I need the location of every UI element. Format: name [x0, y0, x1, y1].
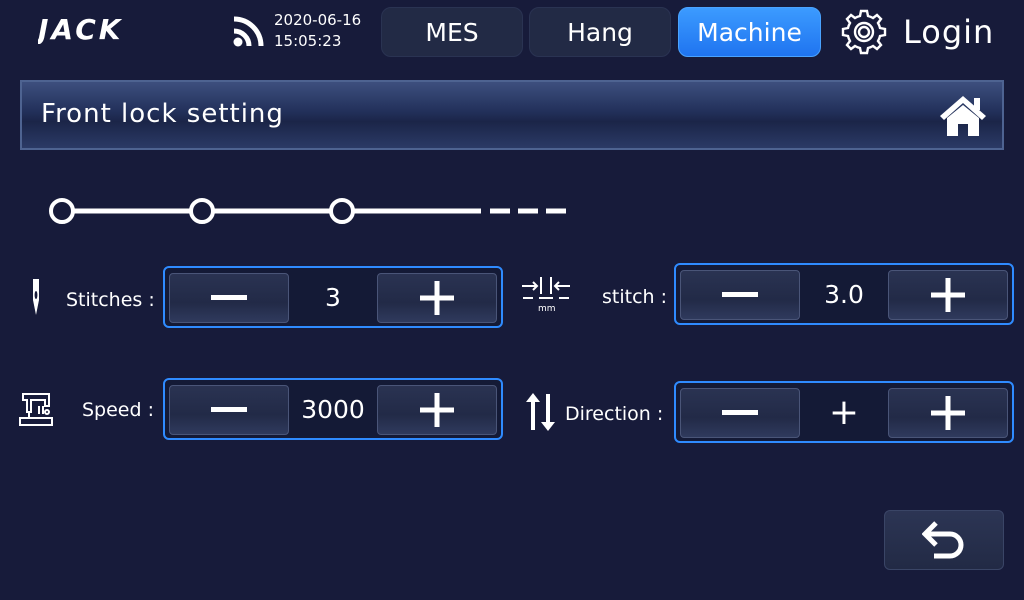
minus-icon	[722, 410, 758, 415]
wifi-icon	[233, 16, 264, 47]
date-text: 2020-06-16	[274, 11, 362, 29]
svg-text:JACK: JACK	[38, 14, 123, 44]
sewing-machine-icon	[19, 393, 53, 426]
stitches-label: Stitches :	[66, 289, 155, 311]
tab-machine-label: Machine	[697, 17, 802, 47]
tab-hang[interactable]: Hang	[529, 7, 671, 57]
direction-label: Direction :	[565, 403, 664, 425]
stitches-value: 3	[325, 282, 341, 312]
plus-icon	[931, 396, 965, 430]
login-button[interactable]: Login	[903, 12, 994, 52]
stitch-value: 3.0	[824, 279, 864, 309]
jack-logo: JACK	[38, 14, 123, 44]
minus-icon	[722, 292, 758, 297]
stitch-length-icon: mm	[522, 277, 570, 314]
plus-icon	[931, 278, 965, 312]
plus-icon	[420, 281, 454, 315]
direction-plus-button[interactable]	[888, 388, 1008, 438]
time-text: 15:05:23	[274, 32, 342, 50]
page-header: Front lock setting	[20, 80, 1004, 150]
speed-minus-button[interactable]	[169, 385, 289, 435]
stitch-label: stitch :	[602, 286, 668, 308]
page-title: Front lock setting	[41, 99, 284, 129]
direction-arrows-icon	[526, 393, 555, 431]
direction-minus-button[interactable]	[680, 388, 800, 438]
needle-icon	[33, 279, 39, 315]
datetime: 2020-06-16 15:05:23	[274, 10, 361, 52]
stitch-plus-button[interactable]	[888, 270, 1008, 320]
tab-mes-label: MES	[425, 17, 479, 47]
speed-value: 3000	[301, 394, 365, 424]
stitch-stepper: 3.0	[674, 263, 1014, 325]
step-node-2	[189, 198, 215, 224]
plus-icon	[420, 393, 454, 427]
gear-icon[interactable]	[840, 8, 888, 56]
back-arrow-icon	[922, 521, 964, 559]
back-button[interactable]	[884, 510, 1004, 570]
direction-value: +	[828, 391, 860, 433]
stitches-stepper: 3	[163, 266, 503, 328]
speed-label: Speed :	[82, 399, 155, 421]
tab-machine[interactable]: Machine	[678, 7, 821, 57]
stitch-unit-text: mm	[538, 304, 556, 314]
tab-hang-label: Hang	[567, 17, 633, 47]
minus-icon	[211, 407, 247, 412]
minus-icon	[211, 295, 247, 300]
speed-stepper: 3000	[163, 378, 503, 440]
home-icon[interactable]	[938, 94, 988, 138]
stitch-minus-button[interactable]	[680, 270, 800, 320]
stitches-minus-button[interactable]	[169, 273, 289, 323]
direction-stepper: +	[674, 381, 1014, 443]
step-indicator	[49, 198, 566, 224]
stitches-plus-button[interactable]	[377, 273, 497, 323]
speed-plus-button[interactable]	[377, 385, 497, 435]
step-node-3	[329, 198, 355, 224]
step-node-1	[49, 198, 75, 224]
tab-mes[interactable]: MES	[381, 7, 523, 57]
